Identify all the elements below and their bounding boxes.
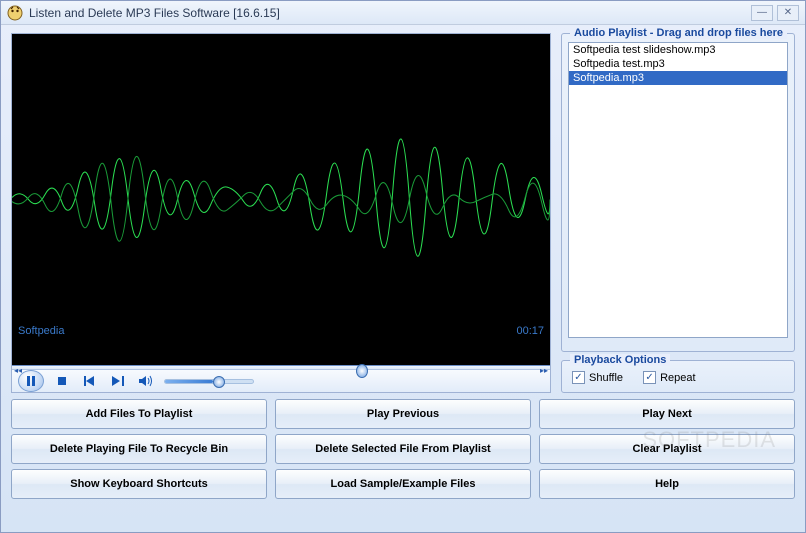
app-window: Listen and Delete MP3 Files Software [16… [0,0,806,533]
playlist-item[interactable]: Softpedia test.mp3 [569,57,787,71]
prev-track-button[interactable] [80,371,100,391]
seek-start-icon: ◂◂ [14,366,22,375]
repeat-checkbox[interactable]: ✓ Repeat [643,371,695,384]
transport-bar [12,369,550,392]
play-next-button[interactable]: Play Next [539,399,795,429]
source-label: Softpedia [18,325,64,337]
delete-selected-button[interactable]: Delete Selected File From Playlist [275,434,531,464]
window-title: Listen and Delete MP3 Files Software [16… [29,6,751,20]
volume-icon[interactable] [136,371,156,391]
playback-group-label: Playback Options [570,354,670,366]
delete-recycle-button[interactable]: Delete Playing File To Recycle Bin [11,434,267,464]
content-area: Softpedia 00:17 ◂◂ ▸▸ [1,25,805,532]
volume-thumb[interactable] [213,376,225,388]
shuffle-checkbox[interactable]: ✓ Shuffle [572,371,623,384]
checkbox-box: ✓ [643,371,656,384]
playlist-item[interactable]: Softpedia test slideshow.mp3 [569,43,787,57]
play-previous-button[interactable]: Play Previous [275,399,531,429]
app-icon [7,5,23,21]
load-sample-button[interactable]: Load Sample/Example Files [275,469,531,499]
player-pane: Softpedia 00:17 ◂◂ ▸▸ [11,33,551,393]
buttons-grid: Add Files To Playlist Play Previous Play… [11,399,795,499]
playlist-group-label: Audio Playlist - Drag and drop files her… [570,27,787,39]
minimize-button[interactable]: — [751,5,773,21]
window-buttons: — ✕ [751,5,799,21]
add-files-button[interactable]: Add Files To Playlist [11,399,267,429]
player-overlay: Softpedia 00:17 [18,325,544,337]
checkbox-box: ✓ [572,371,585,384]
volume-slider[interactable] [164,379,254,384]
help-button[interactable]: Help [539,469,795,499]
seek-bar[interactable]: ◂◂ ▸▸ [12,365,550,369]
shuffle-label: Shuffle [589,372,623,384]
volume-fill [165,380,213,383]
playlist-group: Audio Playlist - Drag and drop files her… [561,33,795,352]
show-shortcuts-button[interactable]: Show Keyboard Shortcuts [11,469,267,499]
close-button[interactable]: ✕ [777,5,799,21]
playback-options-row: ✓ Shuffle ✓ Repeat [568,369,788,386]
playlist-listbox[interactable]: Softpedia test slideshow.mp3Softpedia te… [568,42,788,338]
titlebar: Listen and Delete MP3 Files Software [16… [1,1,805,25]
playlist-item[interactable]: Softpedia.mp3 [569,71,787,85]
seek-end-icon: ▸▸ [540,366,548,375]
stop-button[interactable] [52,371,72,391]
time-label: 00:17 [516,325,544,337]
waveform-visualizer: Softpedia 00:17 [12,34,550,365]
clear-playlist-button[interactable]: Clear Playlist [539,434,795,464]
playback-options-group: Playback Options ✓ Shuffle ✓ Repeat [561,360,795,393]
right-column: Audio Playlist - Drag and drop files her… [561,33,795,393]
top-section: Softpedia 00:17 ◂◂ ▸▸ [11,33,795,393]
next-track-button[interactable] [108,371,128,391]
repeat-label: Repeat [660,372,695,384]
